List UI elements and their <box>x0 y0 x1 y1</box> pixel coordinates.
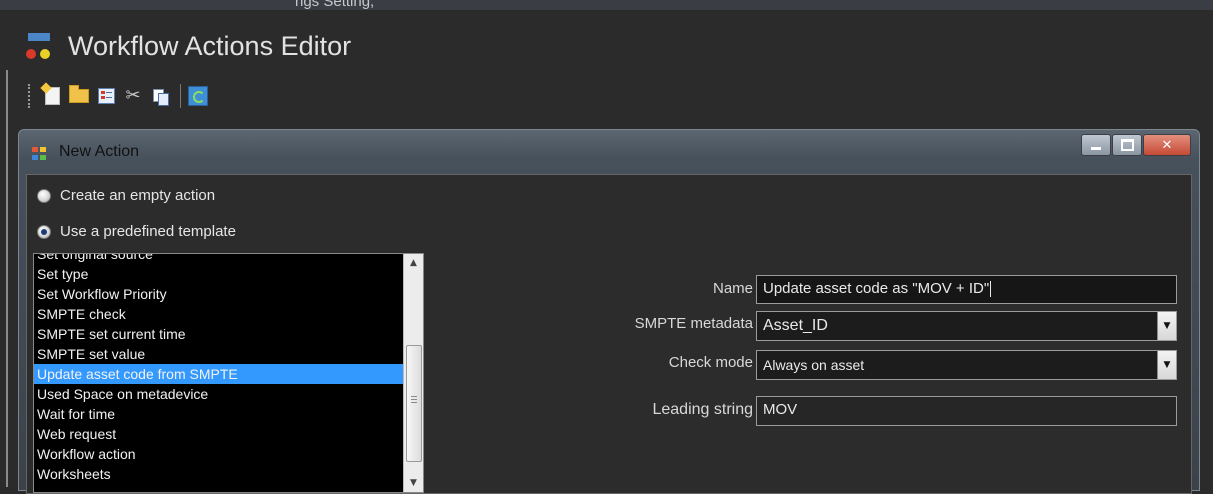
list-item[interactable]: Web request <box>34 424 403 444</box>
refresh-icon <box>188 86 208 106</box>
smpte-metadata-value: Asset_ID <box>763 317 828 334</box>
open-button[interactable] <box>68 85 90 107</box>
template-list-items: Set original source Set type Set Workflo… <box>34 254 403 484</box>
list-item[interactable]: Worksheets <box>34 464 403 484</box>
workflow-icon <box>22 31 56 61</box>
check-mode-value: Always on asset <box>763 357 865 373</box>
chevron-down-icon[interactable]: ▼ <box>1157 312 1176 340</box>
dialog-app-icon <box>32 147 48 161</box>
list-item[interactable]: Set Workflow Priority <box>34 284 403 304</box>
dialog-title: New Action <box>59 143 140 160</box>
radio-empty-action[interactable] <box>37 188 51 203</box>
app-header: Workflow Actions Editor <box>22 26 351 66</box>
name-label: Name <box>712 280 753 297</box>
new-button[interactable] <box>41 85 63 107</box>
leading-string-field[interactable]: MOV <box>756 396 1177 426</box>
list-item-selected[interactable]: Update asset code from SMPTE <box>34 364 403 384</box>
toolbar-grip[interactable] <box>28 84 33 108</box>
scroll-down-icon[interactable]: ▼ <box>404 474 423 492</box>
smpte-metadata-label: SMPTE metadata <box>634 315 753 332</box>
template-list-scrollbar[interactable]: ▲ ▼ <box>403 254 423 492</box>
chevron-down-icon[interactable]: ▼ <box>1157 351 1176 379</box>
list-item[interactable]: Workflow action <box>34 444 403 464</box>
new-action-dialog: New Action ✕ Create an empty action Use … <box>18 129 1200 494</box>
dialog-body: Create an empty action Use a predefined … <box>26 174 1192 494</box>
maximize-button[interactable] <box>1112 134 1142 156</box>
option-empty-action[interactable]: Create an empty action <box>37 187 215 204</box>
properties-icon <box>97 88 115 104</box>
top-strip: ngs Setting, <box>0 0 1213 10</box>
top-strip-text: ngs Setting, <box>295 0 375 10</box>
copy-button[interactable] <box>149 85 171 107</box>
check-mode-select[interactable]: Always on asset ▼ <box>756 350 1177 380</box>
template-list[interactable]: Set original source Set type Set Workflo… <box>33 253 424 493</box>
option-predefined-template[interactable]: Use a predefined template <box>37 223 236 240</box>
check-mode-label: Check mode <box>668 354 753 371</box>
toolbar: ✂ <box>28 82 214 110</box>
app-title: Workflow Actions Editor <box>68 30 352 61</box>
close-button[interactable]: ✕ <box>1143 134 1191 156</box>
open-folder-icon <box>69 85 89 103</box>
list-item[interactable]: SMPTE set current time <box>34 324 403 344</box>
dialog-titlebar[interactable]: New Action ✕ <box>19 130 1199 172</box>
list-item[interactable]: SMPTE check <box>34 304 403 324</box>
list-item[interactable]: Wait for time <box>34 404 403 424</box>
refresh-button[interactable] <box>187 85 209 107</box>
close-icon: ✕ <box>1161 137 1173 153</box>
leading-string-value: MOV <box>763 401 798 418</box>
cut-icon: ✂ <box>125 85 141 106</box>
option-empty-label: Create an empty action <box>60 187 216 204</box>
new-icon <box>44 87 60 105</box>
maximize-icon <box>1120 139 1134 151</box>
window-controls: ✕ <box>1080 134 1191 156</box>
list-item[interactable]: Set original source <box>34 254 403 264</box>
list-item[interactable]: SMPTE set value <box>34 344 403 364</box>
left-divider <box>6 70 8 487</box>
name-field[interactable]: Update asset code as "MOV + ID" <box>756 275 1177 304</box>
smpte-metadata-select[interactable]: Asset_ID ▼ <box>756 311 1177 341</box>
name-field-value: Update asset code as "MOV + ID" <box>763 280 990 297</box>
option-template-label: Use a predefined template <box>60 223 236 240</box>
minimize-button[interactable] <box>1081 134 1111 156</box>
scroll-up-icon[interactable]: ▲ <box>404 254 423 272</box>
properties-button[interactable] <box>95 85 117 107</box>
leading-string-label: Leading string <box>652 401 753 418</box>
list-item[interactable]: Set type <box>34 264 403 284</box>
radio-predefined-template[interactable] <box>37 224 51 239</box>
list-item[interactable]: Used Space on metadevice <box>34 384 403 404</box>
copy-icon <box>152 88 169 106</box>
minimize-icon <box>1091 146 1101 150</box>
toolbar-separator <box>180 84 181 108</box>
cut-button[interactable]: ✂ <box>122 85 144 107</box>
scroll-thumb[interactable] <box>406 345 422 462</box>
